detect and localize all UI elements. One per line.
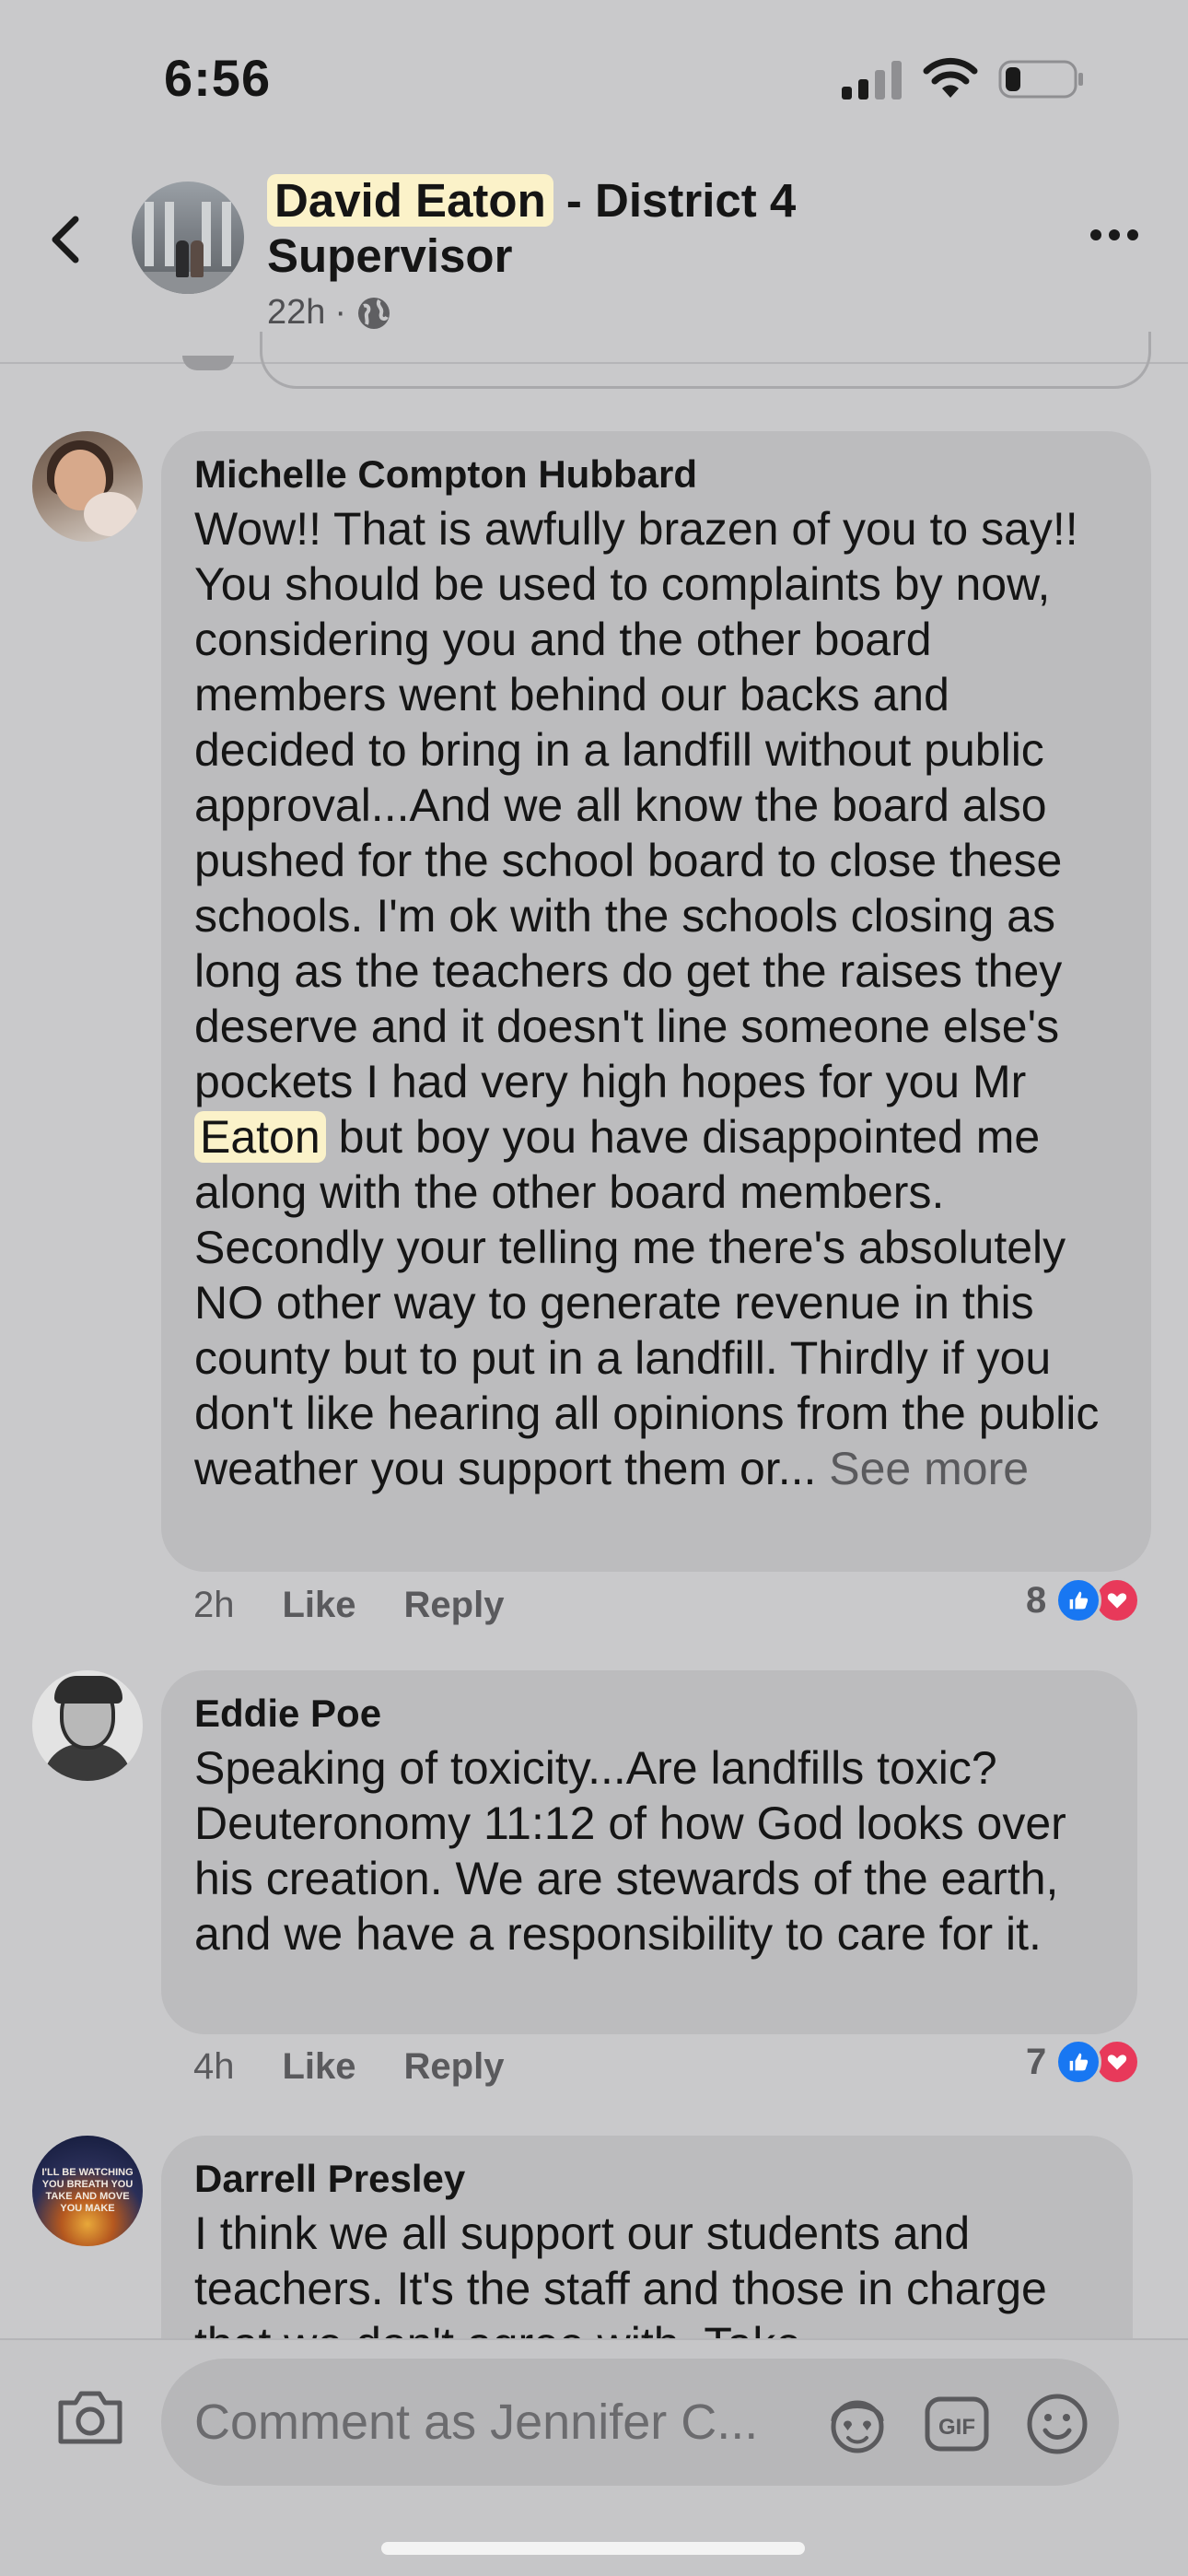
avatar[interactable]: I'LL BE WATCHING YOU BREATH YOU TAKE AND… [32, 2136, 143, 2246]
reply-button[interactable]: Reply [404, 1585, 505, 1626]
status-time: 6:56 [164, 49, 272, 107]
comment-item: Eddie Poe Speaking of toxicity...Are lan… [0, 1670, 1188, 2088]
like-button[interactable]: Like [283, 2046, 356, 2088]
highlighted-word: Eaton [194, 1111, 326, 1163]
comment-time[interactable]: 4h [193, 2046, 235, 2088]
avatar-sticker-icon[interactable] [824, 2394, 891, 2454]
reaction-count: 7 [1026, 2041, 1047, 2082]
reaction-count: 8 [1026, 1579, 1047, 1621]
comment-composer: Comment as Jennifer C... GIF [0, 2338, 1188, 2576]
like-button[interactable]: Like [283, 1585, 356, 1626]
comment-actions: 4h Like Reply [193, 2046, 504, 2088]
thumbs-up-icon [1055, 1577, 1102, 1623]
post-age: 22h [267, 293, 326, 332]
comment-input-box[interactable]: Comment as Jennifer C... GIF [161, 2359, 1119, 2486]
more-icon[interactable] [1087, 217, 1142, 253]
back-arrow-icon[interactable] [37, 203, 92, 276]
reaction-summary[interactable]: 8 [1026, 1577, 1141, 1623]
avatar-caption: I'LL BE WATCHING YOU BREATH YOU TAKE AND… [41, 2167, 134, 2214]
reaction-summary[interactable]: 7 [1026, 2039, 1141, 2085]
comment-actions: 2h Like Reply [193, 1585, 504, 1626]
comment-author[interactable]: Darrell Presley [194, 2156, 1100, 2202]
comment-bubble: Michelle Compton Hubbard Wow!! That is a… [161, 431, 1151, 1572]
thumbs-up-icon [1055, 2039, 1102, 2085]
comment-author[interactable]: Michelle Compton Hubbard [194, 451, 1118, 498]
page-title[interactable]: David Eaton - District 4 Supervisor [267, 173, 912, 284]
signal-icon [842, 61, 902, 100]
avatar[interactable] [32, 1670, 143, 1781]
svg-text:GIF: GIF [938, 2415, 975, 2440]
post-meta: 22h · [267, 293, 392, 333]
previous-avatar-edge [182, 356, 234, 370]
avatar[interactable] [32, 431, 143, 542]
home-indicator[interactable] [381, 2542, 805, 2555]
comment-text-part: Wow!! That is awfully brazen of you to s… [194, 503, 1078, 1107]
comment-item: Michelle Compton Hubbard Wow!! That is a… [0, 431, 1188, 1647]
comment-input[interactable]: Comment as Jennifer C... [194, 2394, 758, 2451]
page-name-highlight: David Eaton [267, 174, 553, 227]
comment-bubble: Eddie Poe Speaking of toxicity...Are lan… [161, 1670, 1137, 2034]
comment-time[interactable]: 2h [193, 1585, 235, 1626]
wifi-icon [923, 57, 978, 98]
status-bar: 6:56 [0, 0, 1188, 157]
see-more-link[interactable]: See more [829, 1443, 1029, 1494]
emoji-icon[interactable] [1025, 2392, 1089, 2456]
battery-icon [998, 60, 1083, 99]
meta-separator: · [334, 293, 347, 332]
camera-icon[interactable] [55, 2384, 125, 2449]
comment-text-part: but boy you have disappointed me along w… [194, 1111, 1100, 1494]
globe-icon [358, 297, 390, 329]
previous-comment-edge [260, 332, 1151, 389]
page-avatar[interactable] [132, 181, 244, 294]
reply-button[interactable]: Reply [404, 2046, 505, 2088]
comment-author[interactable]: Eddie Poe [194, 1691, 1104, 1737]
comment-text: Speaking of toxicity...Are landfills tox… [194, 1742, 1066, 1960]
gif-icon[interactable]: GIF [924, 2394, 990, 2454]
comment-text: Wow!! That is awfully brazen of you to s… [194, 501, 1118, 1496]
